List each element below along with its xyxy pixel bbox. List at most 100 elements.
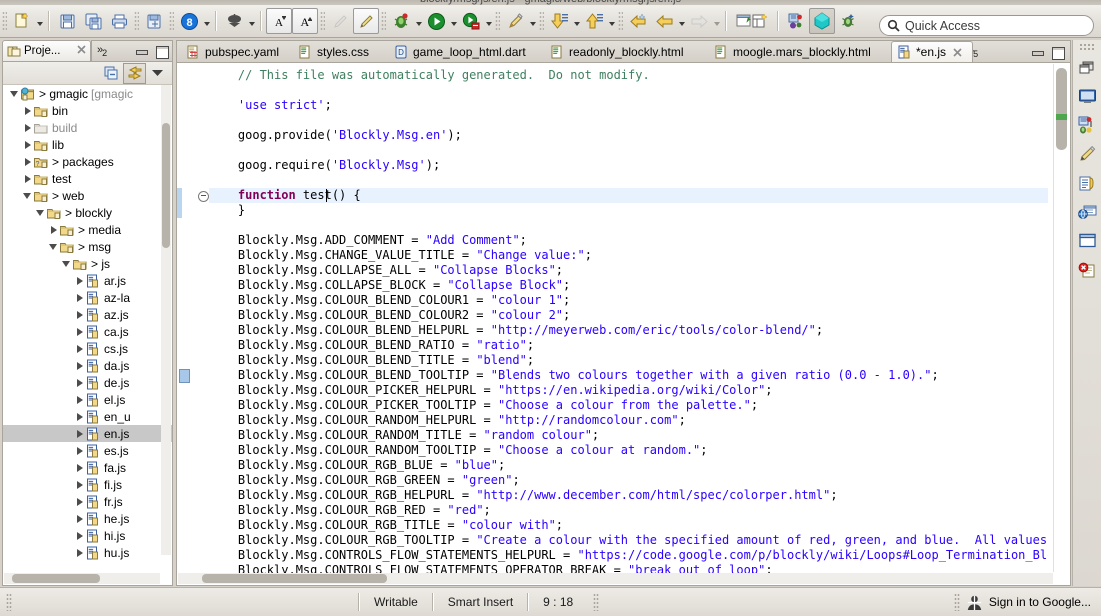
perspective-debug-button[interactable]: [835, 8, 861, 34]
collapse-all-button[interactable]: [100, 63, 123, 84]
tree-item[interactable]: ar.js: [3, 272, 172, 289]
tree-item[interactable]: az.js: [3, 306, 172, 323]
tree-item[interactable]: hi.js: [3, 527, 172, 544]
save-all-button[interactable]: [80, 8, 106, 34]
previous-edit-dropdown[interactable]: [607, 9, 616, 33]
new-wizard-button[interactable]: [9, 8, 35, 34]
chevron-right-icon[interactable]: [74, 343, 85, 354]
tree-item[interactable]: bin: [3, 102, 172, 119]
restore-view-button[interactable]: [1074, 54, 1100, 80]
tree-item[interactable]: lib: [3, 136, 172, 153]
tree-item[interactable]: de.js: [3, 374, 172, 391]
chevron-right-icon[interactable]: [74, 547, 85, 558]
view-overflow-chevron[interactable]: »2: [97, 44, 107, 58]
chevron-right-icon[interactable]: [22, 156, 33, 167]
tree-item[interactable]: he.js: [3, 510, 172, 527]
chevron-right-icon[interactable]: [74, 377, 85, 388]
outline-view-button[interactable]: [1074, 170, 1100, 196]
dart-pub-button[interactable]: 8: [176, 8, 202, 34]
tree-item[interactable]: fa.js: [3, 459, 172, 476]
quick-access-input[interactable]: Quick Access: [879, 15, 1094, 36]
previous-edit-button[interactable]: [581, 8, 607, 34]
chevron-down-icon[interactable]: [9, 88, 20, 99]
tree-item[interactable]: > msg: [3, 238, 172, 255]
annotation-marker[interactable]: [179, 369, 190, 383]
tree-item[interactable]: fi.js: [3, 476, 172, 493]
editor-tab[interactable]: moogle.mars_blockly.html: [709, 41, 887, 63]
open-perspective-button[interactable]: [747, 8, 773, 34]
tree-item[interactable]: build: [3, 119, 172, 136]
maximize-editor-button[interactable]: [1051, 46, 1065, 60]
run-button[interactable]: [423, 8, 449, 34]
tree-horizontal-scrollbar[interactable]: [4, 573, 160, 584]
problems-view-button[interactable]: [1074, 257, 1100, 283]
editor-overview-ruler[interactable]: [1053, 64, 1069, 572]
tree-item[interactable]: ? > packages: [3, 153, 172, 170]
toolbar-drag-handle[interactable]: [2, 11, 7, 31]
perspective-blockly-button[interactable]: [809, 8, 835, 34]
pencil-edit-button[interactable]: [353, 8, 379, 34]
back-button[interactable]: [651, 8, 677, 34]
run-coverage-dropdown[interactable]: [484, 9, 493, 33]
open-type-dropdown[interactable]: [247, 9, 256, 33]
chevron-down-icon[interactable]: [48, 241, 59, 252]
chevron-right-icon[interactable]: [74, 326, 85, 337]
debug-dropdown[interactable]: [414, 9, 423, 33]
tree-item[interactable]: fr.js: [3, 493, 172, 510]
editor-vscroll-thumb[interactable]: [1056, 68, 1067, 150]
chevron-right-icon[interactable]: [74, 360, 85, 371]
view-menu-button[interactable]: [146, 63, 169, 84]
console-view-button[interactable]: [1074, 83, 1100, 109]
tree-vscroll-thumb[interactable]: [162, 123, 170, 248]
previous-annotation-button[interactable]: A: [292, 8, 318, 34]
export-button[interactable]: [141, 8, 167, 34]
external-tools-dropdown[interactable]: [528, 9, 537, 33]
chevron-right-icon[interactable]: [74, 275, 85, 286]
tree-item[interactable]: test: [3, 170, 172, 187]
chevron-right-icon[interactable]: [22, 139, 33, 150]
status-drag-handle[interactable]: [6, 593, 12, 611]
external-tools-button[interactable]: [502, 8, 528, 34]
tree-item[interactable]: > gmagic [gmagic: [3, 85, 172, 102]
overview-marker[interactable]: [1056, 114, 1067, 120]
tree-item[interactable]: hu.js: [3, 544, 172, 561]
editor-gutter[interactable]: [177, 63, 196, 585]
source-code[interactable]: // This file was automatically generated…: [209, 63, 1048, 573]
editor-hscroll-thumb[interactable]: [202, 574, 387, 583]
tree-item[interactable]: ca.js: [3, 323, 172, 340]
tree-item[interactable]: > web: [3, 187, 172, 204]
chevron-right-icon[interactable]: [74, 496, 85, 507]
last-edit-location-button[interactable]: [625, 8, 651, 34]
debug-button[interactable]: [388, 8, 414, 34]
minimize-view-button[interactable]: [135, 45, 148, 58]
sign-in-link[interactable]: Sign in to Google...: [989, 595, 1091, 609]
chevron-right-icon[interactable]: [74, 292, 85, 303]
fastview-drag-handle[interactable]: [1079, 43, 1095, 51]
tree-item[interactable]: es.js: [3, 442, 172, 459]
chevron-down-icon[interactable]: [22, 190, 33, 201]
forward-dropdown[interactable]: [712, 9, 721, 33]
chevron-right-icon[interactable]: [74, 411, 85, 422]
chevron-right-icon[interactable]: [48, 224, 59, 235]
tree-hscroll-thumb[interactable]: [12, 574, 100, 583]
chevron-right-icon[interactable]: [74, 394, 85, 405]
editor-tab[interactable]: *en.js: [891, 41, 973, 63]
tree-item[interactable]: > js: [3, 255, 172, 272]
chevron-right-icon[interactable]: [74, 479, 85, 490]
editor-tab[interactable]: styles.css: [293, 41, 385, 63]
next-annotation-button[interactable]: A: [266, 8, 292, 34]
chevron-right-icon[interactable]: [22, 105, 33, 116]
tree-vertical-scrollbar[interactable]: [161, 85, 171, 555]
fold-collapse-icon[interactable]: [198, 191, 209, 202]
tree-item[interactable]: da.js: [3, 357, 172, 374]
chevron-right-icon[interactable]: [74, 513, 85, 524]
tree-item[interactable]: en.js: [3, 425, 172, 442]
tree-item[interactable]: el.js: [3, 391, 172, 408]
browser-view-button[interactable]: [1074, 199, 1100, 225]
chevron-right-icon[interactable]: [74, 309, 85, 320]
chevron-right-icon[interactable]: [22, 173, 33, 184]
new-wizard-dropdown[interactable]: [35, 9, 44, 33]
editor-view-button[interactable]: [1074, 141, 1100, 167]
close-icon[interactable]: [77, 45, 86, 54]
print-button[interactable]: [106, 8, 132, 34]
